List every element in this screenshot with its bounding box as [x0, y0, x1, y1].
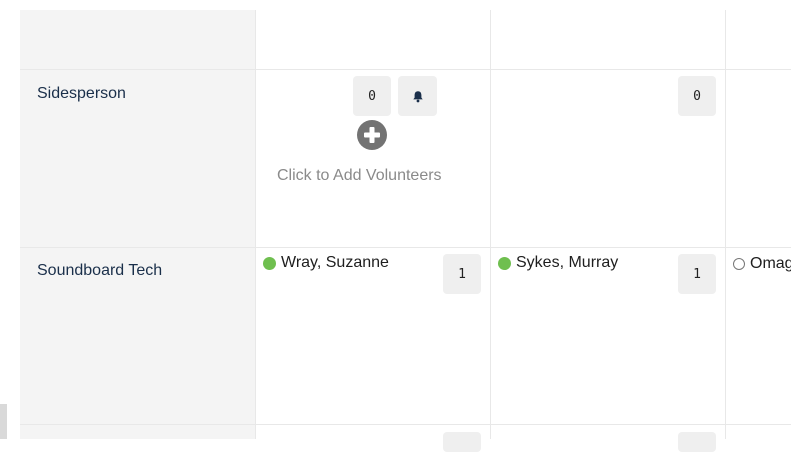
- bell-icon: [412, 90, 423, 102]
- row-divider: [20, 424, 791, 425]
- role-column: [20, 10, 255, 439]
- column-divider: [490, 10, 491, 439]
- left-window-edge: [0, 404, 7, 439]
- row-divider: [20, 69, 791, 70]
- volunteer-name: Sykes, Murray: [516, 254, 619, 271]
- column-divider: [255, 10, 256, 439]
- volunteer-entry[interactable]: Omag: [733, 255, 791, 273]
- volunteer-count-button[interactable]: [678, 432, 716, 452]
- role-label-soundboard-tech: Soundboard Tech: [37, 262, 163, 279]
- volunteer-count-button[interactable]: 0: [353, 76, 391, 116]
- volunteer-entry[interactable]: Sykes, Murray: [498, 254, 618, 272]
- add-volunteer-icon[interactable]: [357, 120, 387, 150]
- volunteer-count-button[interactable]: 1: [678, 254, 716, 294]
- row-divider: [20, 247, 791, 248]
- role-label-sidesperson: Sidesperson: [37, 85, 126, 102]
- unconfirmed-status-dot: [733, 258, 745, 270]
- volunteer-count-button[interactable]: [443, 432, 481, 452]
- volunteer-count-button[interactable]: 0: [678, 76, 716, 116]
- confirmed-status-dot: [498, 256, 511, 270]
- notify-bell-button[interactable]: [398, 76, 437, 116]
- confirmed-status-dot: [263, 256, 276, 270]
- add-volunteers-link[interactable]: Click to Add Volunteers: [277, 167, 442, 185]
- column-divider: [725, 10, 726, 439]
- volunteer-name: Omag: [750, 255, 791, 272]
- schedule-grid: Sidesperson 0 Click to Add Volunteers 0 …: [20, 10, 791, 452]
- volunteer-name: Wray, Suzanne: [281, 254, 389, 271]
- volunteer-entry[interactable]: Wray, Suzanne: [263, 254, 389, 272]
- volunteer-count-button[interactable]: 1: [443, 254, 481, 294]
